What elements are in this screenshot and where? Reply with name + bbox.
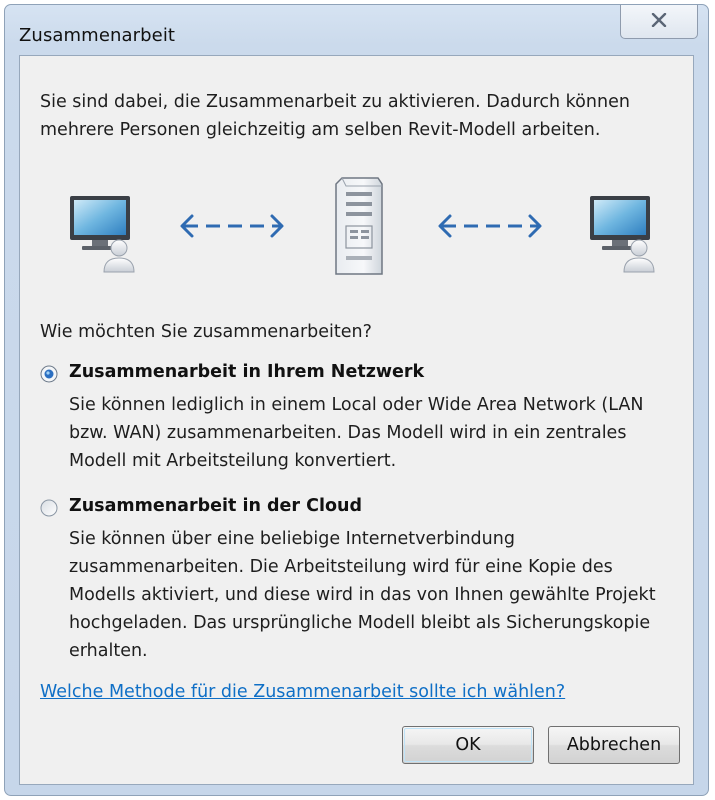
dialog-content: Sie sind dabei, die Zusammenarbeit zu ak… (19, 55, 694, 785)
computer-user-icon (590, 196, 655, 273)
close-button[interactable] (620, 5, 698, 39)
help-link[interactable]: Welche Methode für die Zusammenarbeit so… (40, 682, 565, 702)
server-icon (335, 177, 383, 275)
collaboration-diagram (20, 176, 695, 286)
cancel-button[interactable]: Abbrechen (548, 726, 680, 764)
double-arrow-icon (438, 214, 542, 238)
window-title: Zusammenarbeit (19, 25, 176, 46)
option-cloud-description: Sie können über eine beliebige Internetv… (69, 529, 656, 661)
option-network-description: Sie können lediglich in einem Local oder… (69, 395, 644, 471)
title-bar[interactable]: Zusammenarbeit (5, 5, 708, 55)
option-network-title[interactable]: Zusammenarbeit in Ihrem Netzwerk (69, 362, 424, 382)
computer-user-icon (70, 196, 135, 273)
option-cloud-title[interactable]: Zusammenarbeit in der Cloud (69, 496, 362, 516)
question-label: Wie möchten Sie zusammenarbeiten? (40, 322, 372, 342)
dialog-window: Zusammenarbeit Sie sind dabei, die Zusam… (4, 4, 709, 796)
radio-network[interactable] (40, 365, 58, 383)
double-arrow-icon (180, 214, 284, 238)
close-icon (651, 12, 667, 31)
radio-cloud[interactable] (40, 499, 58, 517)
ok-button[interactable]: OK (402, 726, 534, 764)
intro-text: Sie sind dabei, die Zusammenarbeit zu ak… (40, 92, 630, 140)
